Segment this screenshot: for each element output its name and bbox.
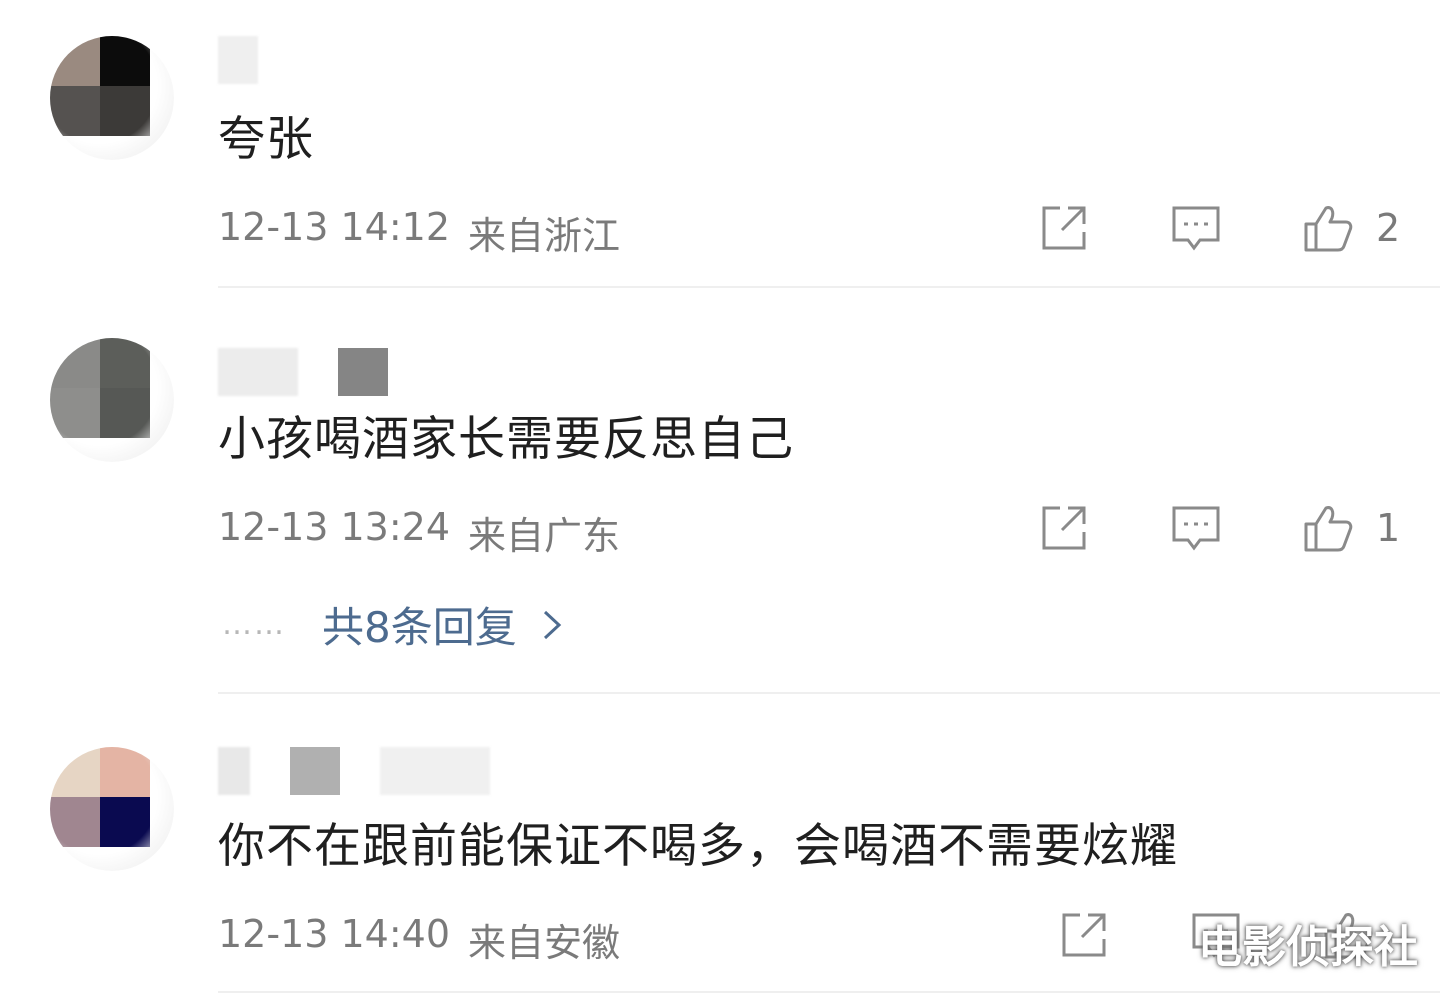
share-icon[interactable] xyxy=(1058,909,1110,961)
comment-actions: 1 xyxy=(1038,502,1401,554)
comment-meta: 12-13 14:12 来自浙江 xyxy=(218,205,620,260)
chevron-right-icon xyxy=(543,610,561,639)
comment-item: 小孩喝酒家长需要反思自己 12-13 13:24 来自广东 1 …… 共8条回复 xyxy=(0,290,1440,695)
comment-location: 来自安徽 xyxy=(468,921,621,965)
like-count: 1 xyxy=(1376,506,1401,550)
replies-label: 共8条回复 xyxy=(322,603,517,652)
comment-item: 夸张 12-13 14:12 来自浙江 2 xyxy=(0,0,1440,290)
comment-location: 来自浙江 xyxy=(468,214,621,258)
username[interactable] xyxy=(218,747,490,795)
thumbs-up-icon[interactable] xyxy=(1302,502,1354,554)
share-icon[interactable] xyxy=(1038,502,1090,554)
comment-text: 你不在跟前能保证不喝多，会喝酒不需要炫耀 xyxy=(218,819,1178,874)
thumbs-up-icon[interactable] xyxy=(1302,202,1354,254)
like-count: 2 xyxy=(1376,206,1401,250)
avatar[interactable] xyxy=(50,747,174,871)
divider xyxy=(218,286,1440,288)
divider xyxy=(218,991,1440,993)
watermark: 电影侦探社 xyxy=(1198,922,1418,973)
comment-meta: 12-13 14:40 来自安徽 xyxy=(218,912,620,967)
replies-row: …… 共8条回复 xyxy=(222,594,563,655)
avatar[interactable] xyxy=(50,338,174,462)
comment-actions: 2 xyxy=(1038,202,1401,254)
comment-text: 小孩喝酒家长需要反思自己 xyxy=(218,412,794,467)
comment-time: 12-13 14:12 xyxy=(218,205,451,249)
comment-meta: 12-13 13:24 来自广东 xyxy=(218,505,620,560)
replies-dots: …… xyxy=(222,607,286,642)
comment-time: 12-13 14:40 xyxy=(218,912,451,956)
view-replies-link[interactable]: 共8条回复 xyxy=(322,594,563,655)
username[interactable] xyxy=(218,36,258,84)
comment-icon[interactable] xyxy=(1170,502,1222,554)
divider xyxy=(218,692,1440,694)
comment-icon[interactable] xyxy=(1170,202,1222,254)
comment-text: 夸张 xyxy=(218,112,314,167)
comment-time: 12-13 13:24 xyxy=(218,505,451,549)
avatar[interactable] xyxy=(50,36,174,160)
username[interactable] xyxy=(218,348,388,396)
comment-location: 来自广东 xyxy=(468,514,621,558)
share-icon[interactable] xyxy=(1038,202,1090,254)
